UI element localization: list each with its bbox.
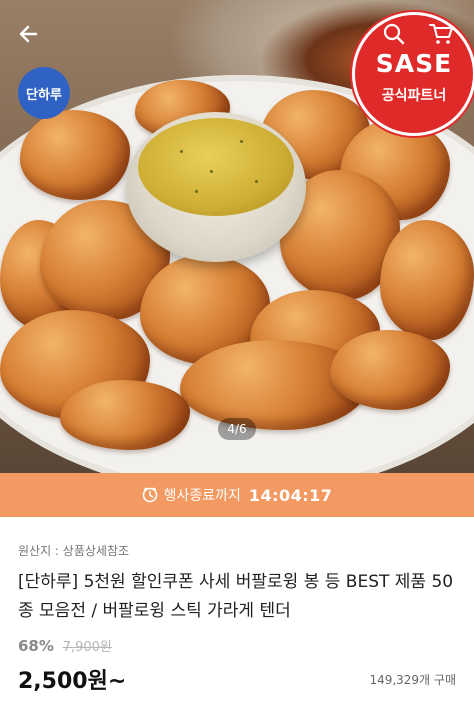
timer-countdown: 14:04:17 [248, 485, 333, 505]
partner-badge: SASE 공식파트너 [352, 12, 474, 136]
product-title: [단하루] 5천원 할인쿠폰 사세 버팔로윙 봉 등 BEST 제품 50종 모… [18, 572, 454, 621]
chicken-piece [20, 110, 130, 200]
clock-icon [142, 487, 158, 503]
cart-icon[interactable] [428, 22, 454, 46]
sale-price: 2,500원~ [18, 669, 127, 694]
back-arrow-icon[interactable] [14, 18, 46, 50]
timer-label: 행사종료까지 [163, 488, 241, 504]
chicken-piece [380, 220, 474, 340]
brand-badge: 단하루 [18, 67, 70, 119]
product-image[interactable]: 단하루 SASE 공식파트너 4/6 [0, 0, 474, 473]
original-price: 7,900원 [62, 640, 112, 655]
discount-rate: 68% [18, 637, 54, 655]
sold-count: 149,329개 구매 [369, 673, 456, 687]
deal-timer-bar: 행사종료까지 14:04:17 [0, 473, 474, 517]
discount-row: 68% 7,900원 [18, 636, 112, 655]
honey-mustard-sauce [138, 118, 294, 216]
image-page-indicator: 4/6 [218, 418, 256, 440]
partner-label: 공식파트너 [381, 88, 447, 104]
chicken-piece [60, 380, 190, 450]
origin-info: 원산지 : 상품상세참조 [18, 544, 130, 558]
partner-name: SASE [375, 49, 453, 78]
chicken-piece [330, 330, 450, 410]
search-icon[interactable] [382, 22, 406, 46]
